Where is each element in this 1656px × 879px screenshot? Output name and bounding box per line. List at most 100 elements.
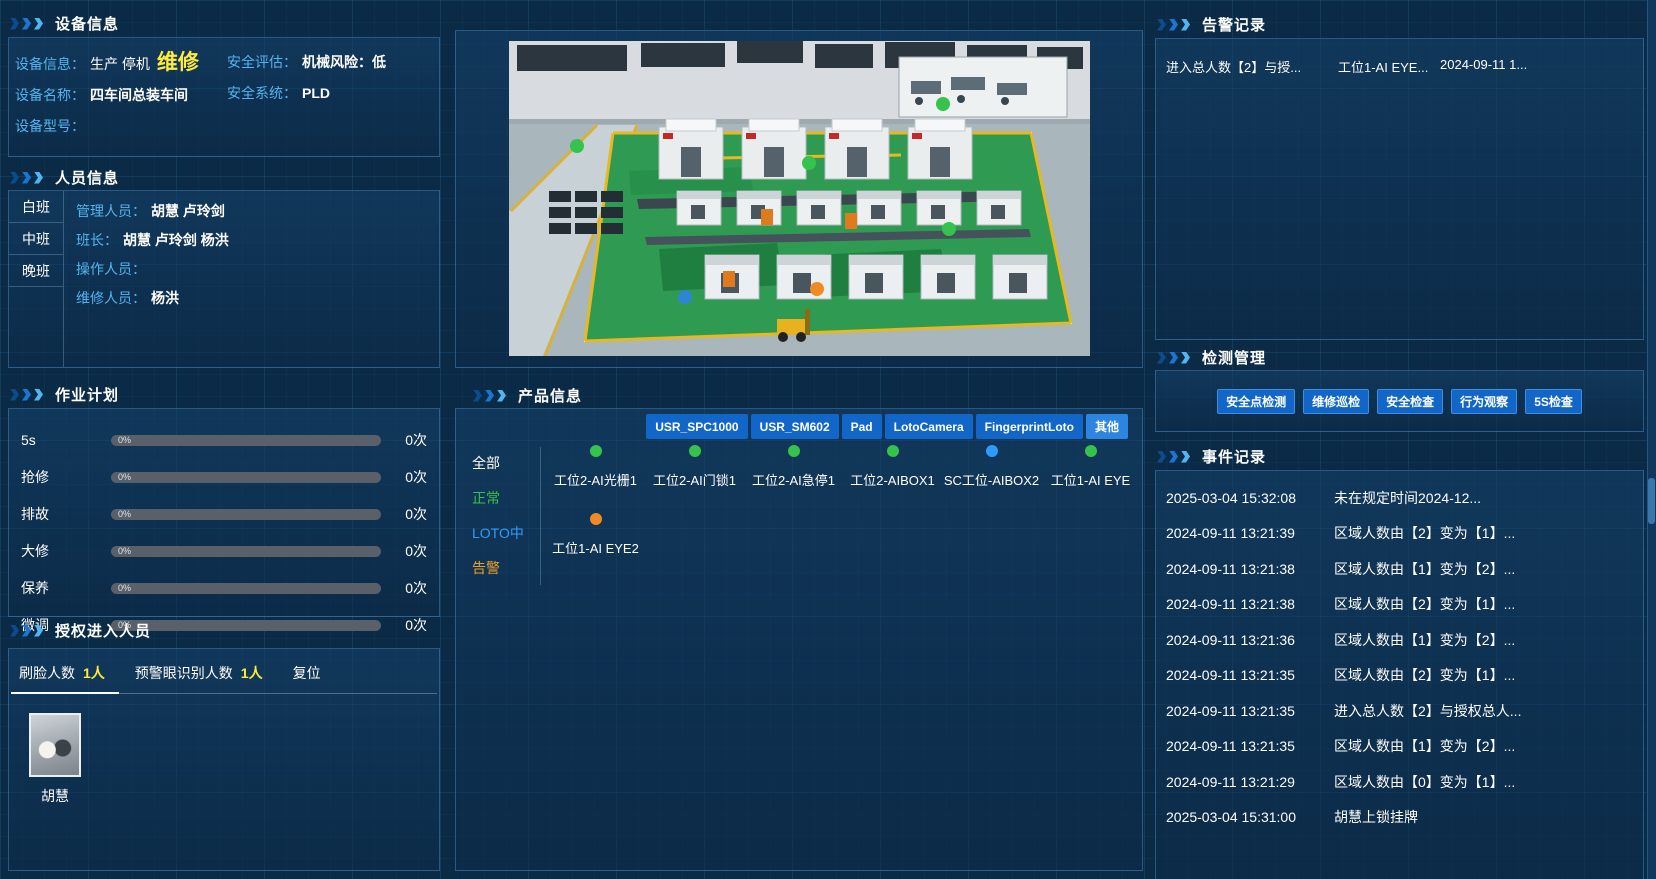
event-row[interactable]: 2024-09-11 13:21:39 区域人数由【2】变为【1】... xyxy=(1156,516,1643,552)
progress-percent: 0% xyxy=(111,547,131,556)
button-behavior-observation[interactable]: 行为观察 xyxy=(1451,389,1517,414)
foreman-value: 胡慧 卢玲剑 杨洪 xyxy=(123,230,229,250)
event-row[interactable]: 2024-09-11 13:21:29 区域人数由【0】变为【1】... xyxy=(1156,764,1643,800)
panel-title-equipment: 设备信息 xyxy=(55,13,119,34)
workplan-label: 排故 xyxy=(21,504,99,524)
device-item[interactable]: 工位2-AI光栅1 xyxy=(546,445,645,489)
workplan-label: 保养 xyxy=(21,578,99,598)
event-time: 2025-03-04 15:32:08 xyxy=(1166,490,1334,506)
tab-warning-count[interactable]: 预警眼识别人数 1人 xyxy=(135,663,263,683)
reset-button[interactable]: 复位 xyxy=(293,663,321,683)
button-other[interactable]: 其他 xyxy=(1086,414,1128,439)
event-row[interactable]: 2024-09-11 13:21:35 区域人数由【1】变为【2】... xyxy=(1156,729,1643,765)
dashboard: 设备信息 设备信息： 生产 停机 维修 设备名称： 四车间总装车间 设备型号： xyxy=(0,0,1656,879)
button-safety-spot-check[interactable]: 安全点检测 xyxy=(1217,389,1295,414)
workplan-label: 抢修 xyxy=(21,467,99,487)
shift-tab-night[interactable]: 晚班 xyxy=(9,255,63,287)
face-count-value: 1人 xyxy=(83,663,105,683)
workplan-label: 大修 xyxy=(21,541,99,561)
event-description: 区域人数由【2】变为【1】... xyxy=(1334,523,1633,543)
button-usr-sm602[interactable]: USR_SM602 xyxy=(751,414,839,439)
face-count-label: 刷脸人数 xyxy=(19,663,75,683)
triple-chevron-icon xyxy=(473,390,506,402)
panel-title-personnel: 人员信息 xyxy=(55,167,119,188)
maintainer-label: 维修人员： xyxy=(76,288,146,308)
workplan-label: 5s xyxy=(21,432,99,448)
device-item[interactable]: 工位1-AI EYE xyxy=(1041,445,1140,489)
panel-title-detection: 检测管理 xyxy=(1202,347,1266,368)
filter-normal[interactable]: 正常 xyxy=(472,488,534,508)
authorized-panel: 刷脸人数 1人 预警眼识别人数 1人 复位 胡慧 xyxy=(8,648,440,871)
office-room xyxy=(899,57,1067,117)
filter-divider xyxy=(540,447,541,585)
button-lotocamera[interactable]: LotoCamera xyxy=(885,414,973,439)
workplan-count: 0次 xyxy=(393,430,427,450)
button-pad[interactable]: Pad xyxy=(842,414,882,439)
button-maintenance-patrol[interactable]: 维修巡检 xyxy=(1303,389,1369,414)
workplan-row: 5s 0% 0次 xyxy=(21,430,427,450)
button-5s-check[interactable]: 5S检查 xyxy=(1525,389,1582,414)
manager-value: 胡慧 卢玲剑 xyxy=(151,201,225,221)
button-fingerprintloto[interactable]: FingerprintLoto xyxy=(976,414,1083,439)
button-safety-inspection[interactable]: 安全检查 xyxy=(1377,389,1443,414)
event-time: 2024-09-11 13:21:38 xyxy=(1166,561,1334,577)
event-description: 区域人数由【1】变为【2】... xyxy=(1334,630,1633,650)
shift-tab-day[interactable]: 白班 xyxy=(9,191,63,223)
event-row[interactable]: 2024-09-11 13:21:36 区域人数由【1】变为【2】... xyxy=(1156,622,1643,658)
progress-bar: 0% xyxy=(111,583,381,594)
device-name: 工位2-AIBOX1 xyxy=(850,470,935,489)
event-list: 2025-03-04 15:32:08 未在规定时间2024-12... 202… xyxy=(1156,471,1643,835)
person-card[interactable]: 胡慧 xyxy=(29,713,81,806)
tab-face-count[interactable]: 刷脸人数 1人 xyxy=(19,663,105,683)
device-item[interactable]: 工位2-AI门锁1 xyxy=(645,445,744,489)
alarm-row[interactable]: 进入总人数【2】与授... 工位1-AI EYE... 2024-09-11 1… xyxy=(1156,39,1643,76)
progress-percent: 0% xyxy=(111,473,131,482)
factory-3d-view xyxy=(509,41,1090,356)
shift-tab-middle[interactable]: 中班 xyxy=(9,223,63,255)
progress-percent: 0% xyxy=(111,510,131,519)
device-item[interactable]: SC工位-AIBOX2 xyxy=(942,445,1041,489)
person-name: 胡慧 xyxy=(41,786,69,806)
device-item[interactable]: 工位2-AIBOX1 xyxy=(843,445,942,489)
panel-title-alarms: 告警记录 xyxy=(1202,14,1266,35)
event-time: 2024-09-11 13:21:35 xyxy=(1166,667,1334,683)
filter-loto[interactable]: LOTO中 xyxy=(472,523,534,543)
event-row[interactable]: 2025-03-04 15:31:00 胡慧上锁挂牌 xyxy=(1156,800,1643,836)
filter-alarm[interactable]: 告警 xyxy=(472,558,534,578)
device-item[interactable]: 工位1-AI EYE2 xyxy=(546,513,645,557)
panel-title-product: 产品信息 xyxy=(518,385,582,406)
personnel-panel: 白班 中班 晚班 管理人员： 胡慧 卢玲剑 班长： 胡慧 卢玲剑 杨洪 操作人员… xyxy=(8,190,440,368)
triple-chevron-icon xyxy=(10,625,43,637)
workplan-count: 0次 xyxy=(393,615,427,635)
event-row[interactable]: 2024-09-11 13:21:35 进入总人数【2】与授权总人... xyxy=(1156,693,1643,729)
status-dot xyxy=(1085,445,1097,457)
equipment-model-label: 设备型号： xyxy=(15,116,85,136)
device-name: 工位1-AI EYE2 xyxy=(552,538,639,557)
event-description: 区域人数由【1】变为【2】... xyxy=(1334,559,1633,579)
event-time: 2024-09-11 13:21:35 xyxy=(1166,703,1334,719)
device-row-1: 工位2-AI光栅1 工位2-AI门锁1 工位2-AI急停1 工位2-AIBOX1… xyxy=(546,445,1140,489)
equipment-panel-header: 设备信息 xyxy=(10,13,119,34)
device-name: 工位1-AI EYE xyxy=(1051,470,1130,489)
page-scrollbar-thumb[interactable] xyxy=(1648,478,1655,524)
page-scrollbar-track[interactable] xyxy=(1647,0,1656,879)
device-item[interactable]: 工位2-AI急停1 xyxy=(744,445,843,489)
button-usr-spc1000[interactable]: USR_SPC1000 xyxy=(646,414,747,439)
filter-all[interactable]: 全部 xyxy=(472,453,534,473)
event-description: 区域人数由【1】变为【2】... xyxy=(1334,736,1633,756)
event-row[interactable]: 2025-03-04 15:32:08 未在规定时间2024-12... xyxy=(1156,480,1643,516)
event-row[interactable]: 2024-09-11 13:21:38 区域人数由【2】变为【1】... xyxy=(1156,587,1643,623)
maintainer-value: 杨洪 xyxy=(151,288,179,308)
triple-chevron-icon xyxy=(1157,352,1190,364)
triple-chevron-icon xyxy=(1157,19,1190,31)
front-machines xyxy=(705,255,1047,299)
status-dot xyxy=(788,445,800,457)
triple-chevron-icon xyxy=(10,18,43,30)
device-name: 工位2-AI光栅1 xyxy=(554,470,637,489)
event-row[interactable]: 2024-09-11 13:21:35 区域人数由【2】变为【1】... xyxy=(1156,658,1643,694)
progress-bar: 0% xyxy=(111,546,381,557)
safety-system-label: 安全系统： xyxy=(227,83,297,103)
event-row[interactable]: 2024-09-11 13:21:38 区域人数由【1】变为【2】... xyxy=(1156,551,1643,587)
factory-view-panel xyxy=(455,30,1143,368)
status-dot xyxy=(590,445,602,457)
